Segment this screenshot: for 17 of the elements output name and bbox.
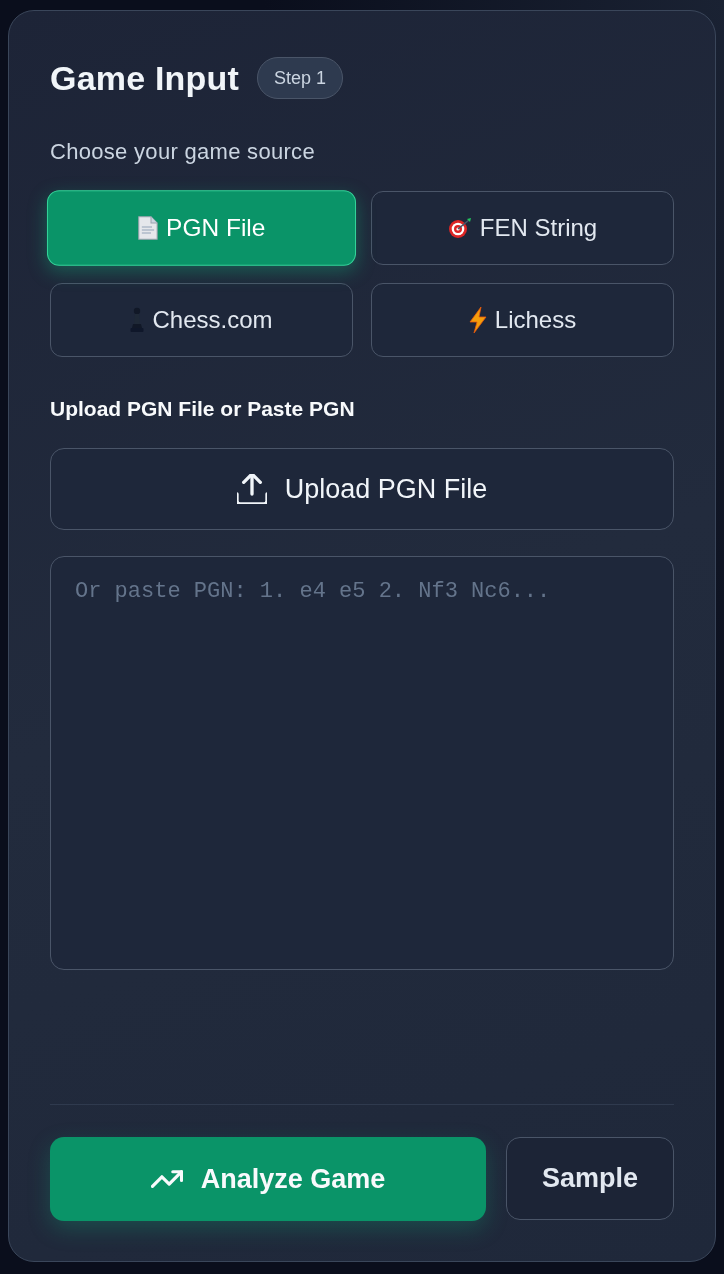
source-option-button[interactable]: FEN String [371, 191, 674, 265]
source-prompt: Choose your game source [50, 139, 316, 165]
sample-button[interactable]: Sample [506, 1137, 674, 1220]
analyze-button[interactable]: Analyze Game [50, 1137, 486, 1221]
target-icon [447, 217, 472, 239]
source-option-button[interactable]: Chess.com [50, 283, 353, 357]
source-option-button[interactable]: PGN File [46, 190, 357, 266]
step-badge: Step 1 [257, 57, 344, 99]
document-icon [137, 215, 158, 241]
input-section-label: Upload PGN File or Paste PGN [50, 397, 356, 421]
card-title: Game Input [50, 58, 240, 98]
trending-up-icon [150, 1169, 183, 1189]
lightning-icon [468, 307, 487, 333]
upload-icon [236, 474, 267, 504]
pgn-input-field[interactable]: Or paste PGN: 1. e4 e5 2. Nf3 Nc6... [50, 556, 674, 970]
source-option-button[interactable]: Lichess [371, 283, 674, 357]
upload-button[interactable]: Upload PGN File [50, 448, 674, 530]
